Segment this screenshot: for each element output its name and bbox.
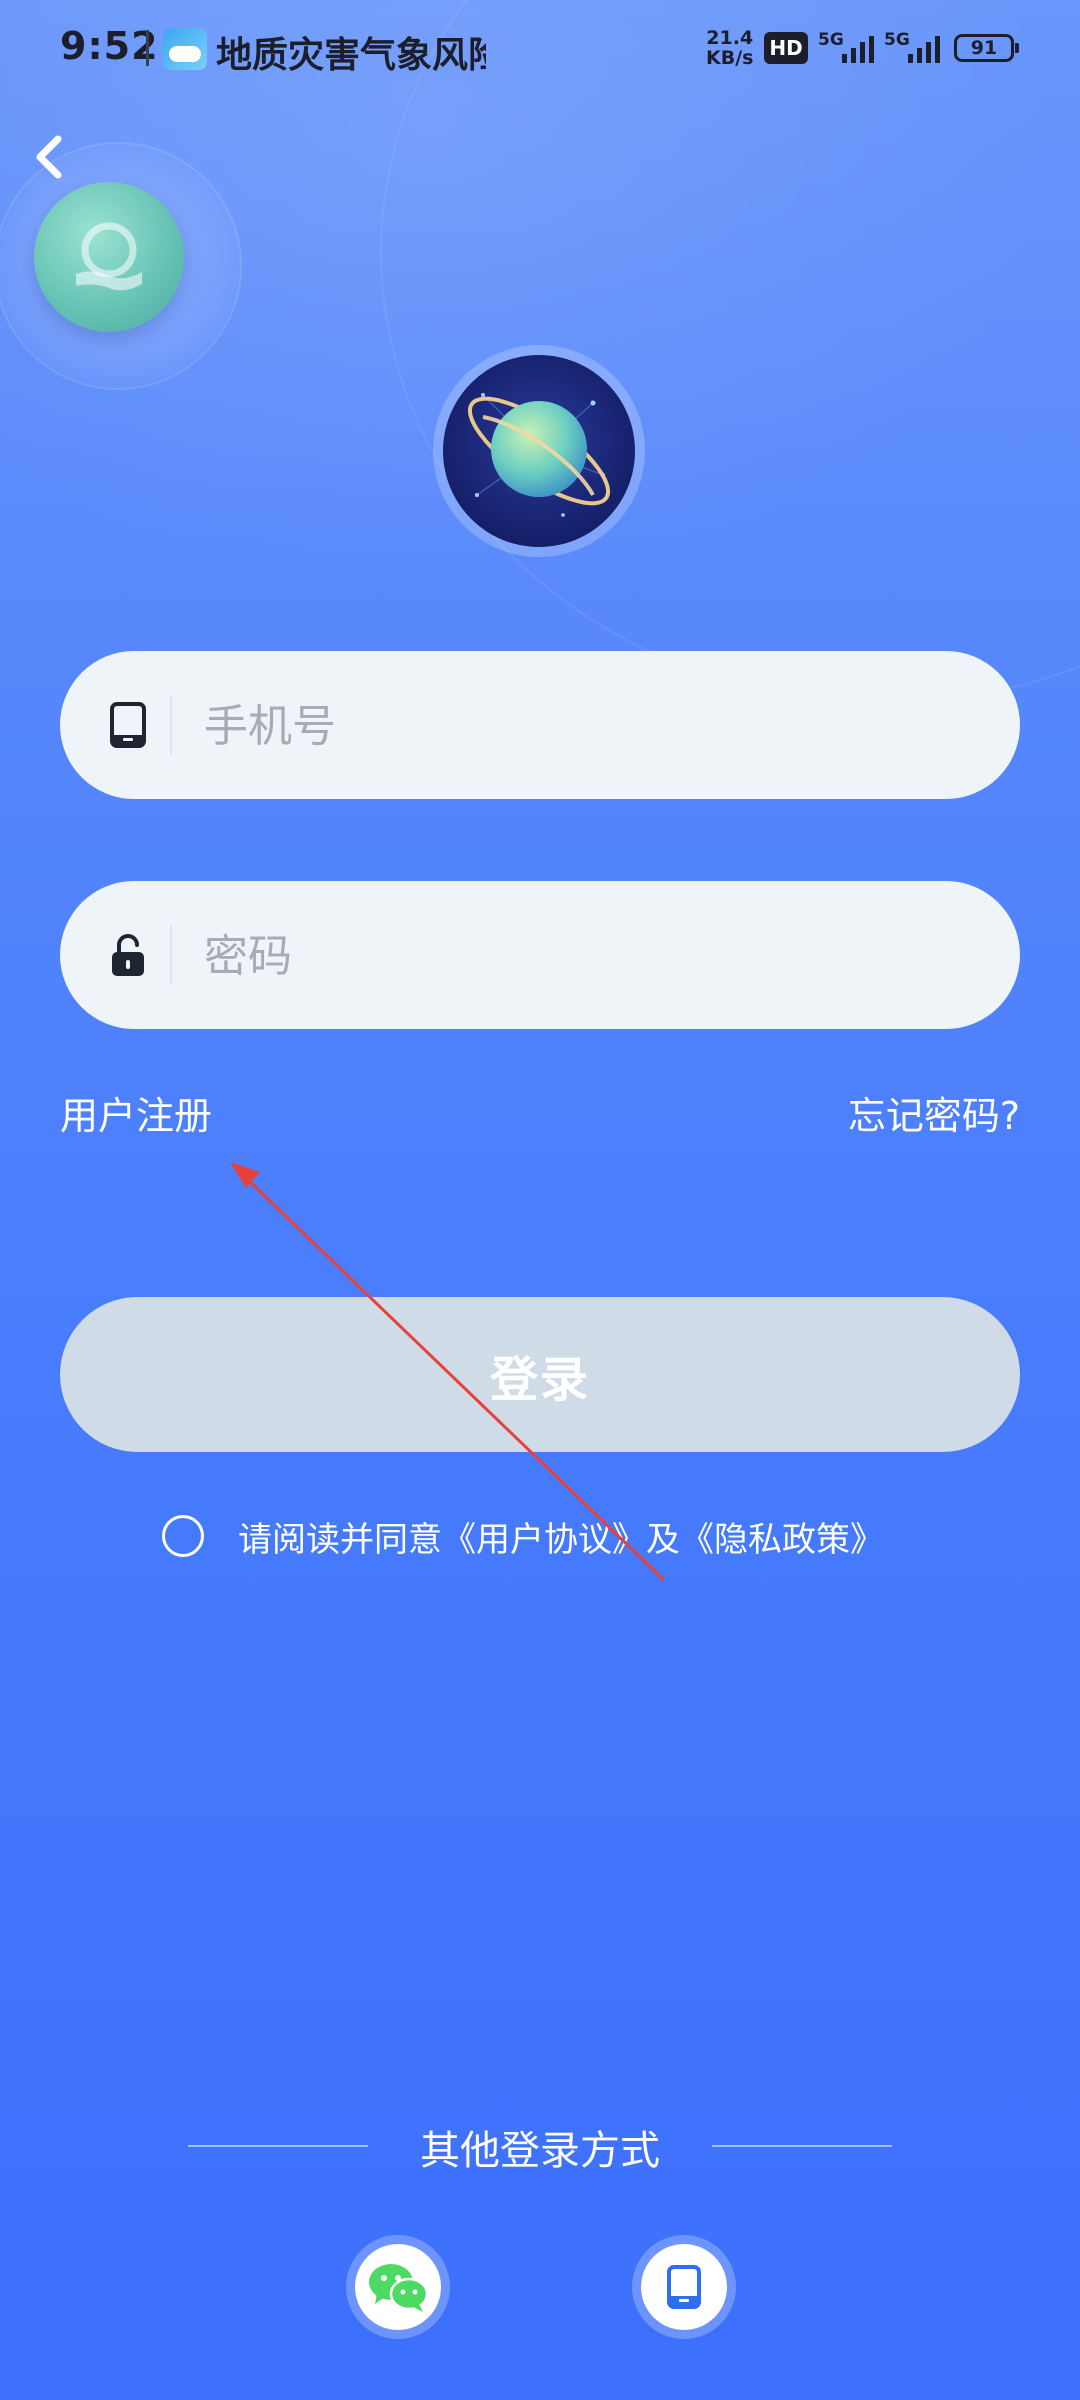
user-agreement-link[interactable]: 《用户协议》 [442,1520,646,1560]
network-speed: 21.4 KB/s [706,28,753,68]
phone-icon [667,2265,701,2309]
other-login-title: 其他登录方式 [420,2128,660,2174]
field-separator [170,695,172,755]
phone-login-circle [641,2244,727,2330]
phone-login-button[interactable] [632,2235,736,2339]
field-separator [170,925,172,985]
phone-field[interactable] [60,651,1020,799]
network-speed-unit: KB/s [706,47,754,69]
register-link[interactable]: 用户注册 [60,1085,212,1140]
signal-2: 5G [884,30,948,66]
app-logo [433,345,645,557]
signal-bars-icon [842,36,874,63]
password-field[interactable] [60,881,1020,1029]
agreement-row: 请阅读并同意《用户协议》及《隐私政策》 [162,1512,884,1560]
floating-assistant-button[interactable] [0,142,242,390]
password-input[interactable] [202,915,926,997]
lock-icon [112,934,144,976]
wechat-login-circle [355,2244,441,2330]
login-button[interactable]: 登录 [60,1297,1020,1452]
agreement-checkbox[interactable] [162,1515,204,1557]
planet-logo [443,355,635,547]
privacy-policy-link[interactable]: 《隐私政策》 [680,1520,884,1560]
agreement-conjunction: 及 [646,1519,680,1560]
battery-indicator: 91 [954,34,1019,62]
status-time: 9:52 [60,24,159,68]
network-speed-value: 21.4 [706,27,754,49]
phone-icon [110,702,146,748]
hd-badge: HD [764,32,808,64]
hand-coin-icon [76,222,142,291]
signal-bars-icon [908,36,940,63]
status-bar: 9:52 地质灾害气象风险 21.4 KB/s HD 5G 5G 91 [0,0,1080,100]
signal-1: 5G [818,30,882,66]
agreement-text: 请阅读并同意《用户协议》及《隐私政策》 [238,1512,884,1561]
planet-icon [467,393,611,517]
wechat-login-button[interactable] [346,2235,450,2339]
wechat-icon [369,2264,429,2312]
login-screen: 9:52 地质灾害气象风险 21.4 KB/s HD 5G 5G 91 手机号 … [0,0,1080,2400]
agreement-prefix: 请阅读并同意 [238,1519,442,1560]
phone-input[interactable] [202,685,926,767]
status-app-name: 地质灾害气象风险 [216,35,486,76]
weather-app-icon [163,28,207,70]
divider-line-right [712,2145,892,2147]
status-divider [146,30,149,66]
assistant-orb [34,182,184,332]
forgot-password-link[interactable]: 忘记密码? [848,1085,1020,1140]
